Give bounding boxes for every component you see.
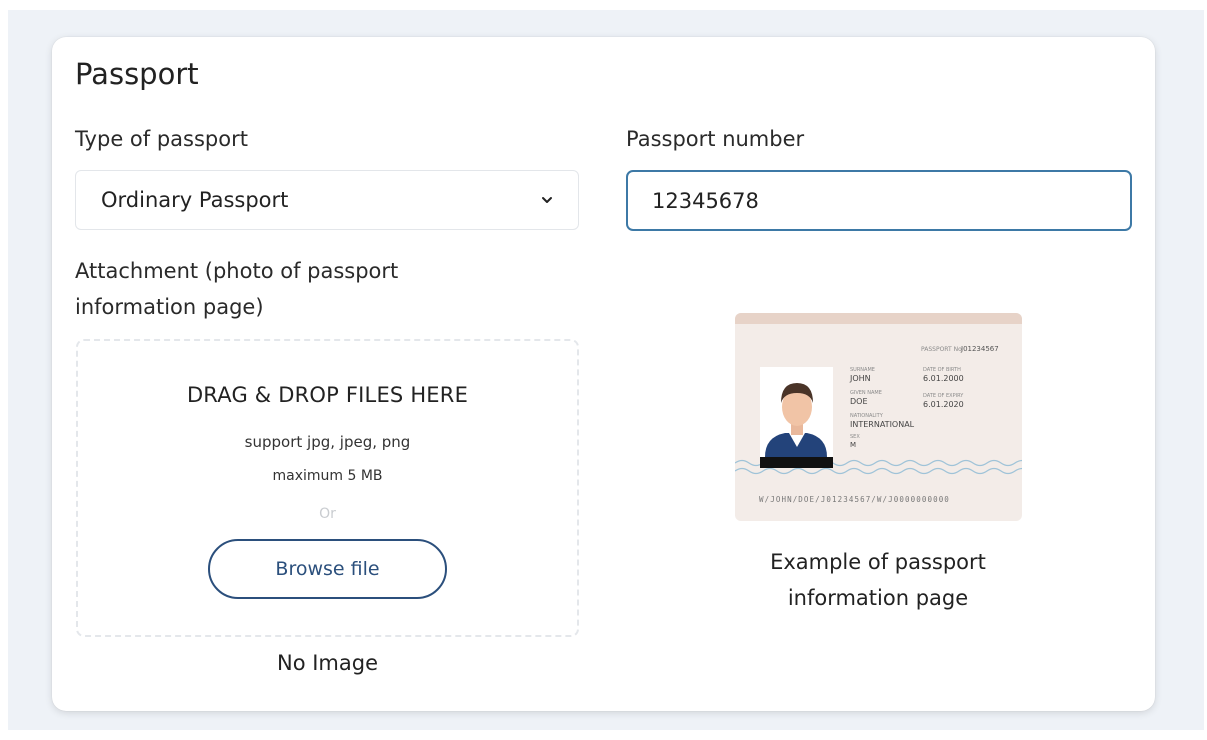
attachment-label-line1: Attachment (photo of passport <box>75 259 399 283</box>
passport-no-value: J01234567 <box>961 345 999 353</box>
file-dropzone[interactable]: DRAG & DROP FILES HERE support jpg, jpeg… <box>76 339 579 637</box>
passport-no-label: PASSPORT No <box>921 346 962 353</box>
sex-value: M <box>850 441 857 449</box>
attachment-status: No Image <box>276 651 378 675</box>
passport-mrz: W/JOHN/DOE/J01234567/W/J0000000000 <box>759 495 950 504</box>
dropzone-or: Or <box>319 506 336 522</box>
passport-type-select[interactable]: Ordinary Passport <box>75 170 579 230</box>
passport-card: Passport Type of passport Ordinary Passp… <box>52 37 1155 711</box>
nationality-value: INTERNATIONAL <box>850 420 915 429</box>
passport-type-label: Type of passport <box>75 127 248 151</box>
passport-type-value: Ordinary Passport <box>101 188 289 212</box>
example-passport-image: PASSPORT No J01234567 SURNAME JOHN GIVEN… <box>735 313 1022 521</box>
chevron-down-icon <box>542 197 552 203</box>
nationality-label: NATIONALITY <box>850 413 883 419</box>
dob-value: 6.01.2000 <box>923 374 964 383</box>
passport-number-input[interactable] <box>626 170 1132 231</box>
given-label: GIVEN NAME <box>850 390 882 396</box>
surname-label: SURNAME <box>850 367 875 373</box>
given-value: DOE <box>850 397 868 406</box>
passport-number-label: Passport number <box>626 127 805 151</box>
dropzone-max-size: maximum 5 MB <box>272 468 383 484</box>
dropzone-title: DRAG & DROP FILES HERE <box>186 383 469 407</box>
example-caption-line2: information page <box>787 586 969 610</box>
doe-label: DATE OF EXPIRY <box>923 393 964 399</box>
card-title: Passport <box>75 57 199 91</box>
example-caption-line1: Example of passport <box>770 550 986 574</box>
doe-value: 6.01.2020 <box>923 400 964 409</box>
example-caption: Example of passport information page <box>728 544 1028 616</box>
attachment-label-line2: information page) <box>75 295 264 319</box>
dob-label: DATE OF BIRTH <box>923 367 961 373</box>
browse-file-button[interactable]: Browse file <box>208 539 447 599</box>
sex-label: SEX <box>850 434 860 440</box>
dropzone-support-text: support jpg, jpeg, png <box>244 433 411 451</box>
surname-value: JOHN <box>850 374 871 383</box>
